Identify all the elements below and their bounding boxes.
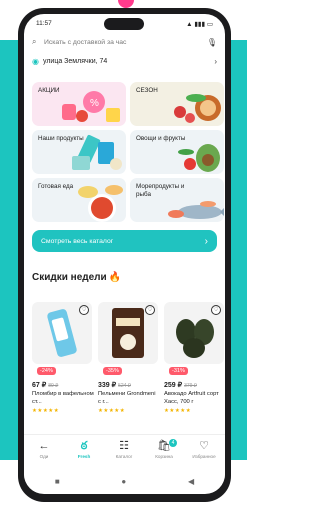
- vegetables-image: [178, 144, 220, 172]
- favorite-icon[interactable]: ♡: [211, 305, 221, 315]
- cart-icon: 🛍: [157, 440, 171, 452]
- status-icons: ▲ ▮▮▮ ▭: [186, 21, 213, 28]
- view-catalog-button[interactable]: Смотреть весь каталог ›: [32, 230, 217, 252]
- fresh-leaf-icon: ఠ: [80, 440, 88, 452]
- product-name: Пельмени Grondmeni с г...: [98, 391, 156, 405]
- search-icon: ⌕: [32, 37, 37, 46]
- seafood-image: [168, 201, 224, 219]
- svg-text:%: %: [90, 98, 99, 109]
- product-image: ♡: [32, 302, 92, 364]
- fire-icon: 🔥: [108, 272, 122, 283]
- microphone-icon[interactable]: 🎙: [207, 38, 217, 47]
- current-price: 339 ₽: [98, 382, 117, 389]
- tab-back[interactable]: ← Оди: [24, 439, 64, 459]
- discount-badge: -35%: [103, 367, 122, 375]
- status-time: 11:57: [36, 20, 52, 27]
- tab-label: Корзина: [155, 454, 173, 459]
- product-card[interactable]: ♡ -35% 339 ₽524 ₽ Пельмени Grondmeni с г…: [98, 302, 160, 422]
- product-image: ♡: [164, 302, 224, 364]
- tab-cart[interactable]: 🛍 4 Корзина: [144, 439, 184, 459]
- category-tile-seafood[interactable]: Морепродукты и рыба: [130, 178, 224, 222]
- old-price: 524 ₽: [118, 383, 131, 389]
- phone-frame: 11:57 ▲ ▮▮▮ ▭ ⌕ Искать с доставкой за ча…: [18, 8, 231, 502]
- current-price: 259 ₽: [164, 382, 183, 389]
- ready-food-image: [78, 185, 123, 222]
- category-tile-season[interactable]: СЕЗОН: [130, 82, 224, 126]
- product-name: Пломбир в вафельном ст...: [32, 391, 94, 405]
- category-tile-ready-food[interactable]: Готовая еда: [32, 178, 126, 222]
- system-navigation-bar: ■ ● ◀: [24, 470, 225, 492]
- favorite-icon[interactable]: ♡: [79, 305, 89, 315]
- section-title: Скидки недели 🔥: [32, 272, 121, 283]
- product-card[interactable]: ♡ -24% 67 ₽89 ₽ Пломбир в вафельном ст..…: [32, 302, 94, 422]
- category-tile-promotions[interactable]: АКЦИИ %: [32, 82, 126, 126]
- product-price: 67 ₽89 ₽: [32, 381, 58, 389]
- delivery-address[interactable]: ◉ улица Землячки, 74 ›: [32, 54, 217, 68]
- tab-favorites[interactable]: ♡ Избранное: [184, 439, 224, 459]
- product-image: ♡: [98, 302, 158, 364]
- discount-badge: -24%: [37, 367, 56, 375]
- address-label: улица Землячки, 74: [42, 57, 108, 65]
- tab-label: Каталог: [115, 454, 133, 459]
- home-icon[interactable]: ●: [121, 477, 126, 486]
- view-catalog-label: Смотреть весь каталог: [41, 237, 114, 245]
- recent-apps-icon[interactable]: ■: [55, 477, 60, 486]
- discount-badge: -31%: [169, 367, 188, 375]
- arrow-left-icon: ←: [38, 440, 50, 452]
- camera-notch: [104, 18, 144, 30]
- old-price: 89 ₽: [48, 383, 59, 389]
- rating-stars: ★★★★★: [164, 408, 192, 414]
- favorite-icon[interactable]: ♡: [145, 305, 155, 315]
- back-icon[interactable]: ◀: [188, 477, 194, 486]
- current-price: 67 ₽: [32, 382, 47, 389]
- status-bar: 11:57 ▲ ▮▮▮ ▭: [24, 14, 225, 32]
- promo-products-image: %: [62, 91, 120, 122]
- search-input[interactable]: Искать с доставкой за час: [44, 39, 207, 46]
- chevron-right-icon: ›: [204, 235, 208, 247]
- tab-label: Оди: [39, 454, 49, 459]
- category-tile-vegetables-fruits[interactable]: Овощи и фрукты: [130, 130, 224, 174]
- chevron-right-icon: ›: [214, 56, 217, 66]
- product-card[interactable]: ♡ -31% 259 ₽379 ₽ Авокадо Artfruit сорт …: [164, 302, 225, 422]
- heart-icon: ♡: [199, 440, 209, 452]
- tab-fresh[interactable]: ఠ Fresh: [64, 439, 104, 459]
- product-price: 259 ₽379 ₽: [164, 381, 197, 389]
- old-price: 379 ₽: [184, 383, 197, 389]
- rating-stars: ★★★★★: [98, 408, 126, 414]
- product-name: Авокадо Artfruit сорт Хасс, 700 г: [164, 391, 219, 405]
- tab-catalog[interactable]: ☷ Каталог: [104, 439, 144, 459]
- tab-label: Избранное: [192, 454, 216, 459]
- rating-stars: ★★★★★: [32, 408, 60, 414]
- deals-title-text: Скидки недели: [32, 272, 107, 283]
- own-brand-products-image: [72, 134, 122, 170]
- search-bar[interactable]: ⌕ Искать с доставкой за час 🎙: [32, 34, 217, 50]
- category-tile-our-products[interactable]: Наши продукты: [32, 130, 126, 174]
- bottom-tab-bar: ← Оди ఠ Fresh ☷ Каталог 🛍 4 Корзина ♡ Из…: [24, 434, 225, 466]
- location-pin-icon: ◉: [32, 56, 39, 66]
- catalog-search-icon: ☷: [119, 440, 129, 452]
- app-screen: 11:57 ▲ ▮▮▮ ▭ ⌕ Искать с доставкой за ча…: [24, 14, 225, 494]
- product-price: 339 ₽524 ₽: [98, 381, 131, 389]
- cart-count-badge: 4: [169, 439, 177, 447]
- decorative-dot: [118, 0, 134, 8]
- tab-label: Fresh: [77, 454, 91, 459]
- season-products-image: [174, 94, 221, 123]
